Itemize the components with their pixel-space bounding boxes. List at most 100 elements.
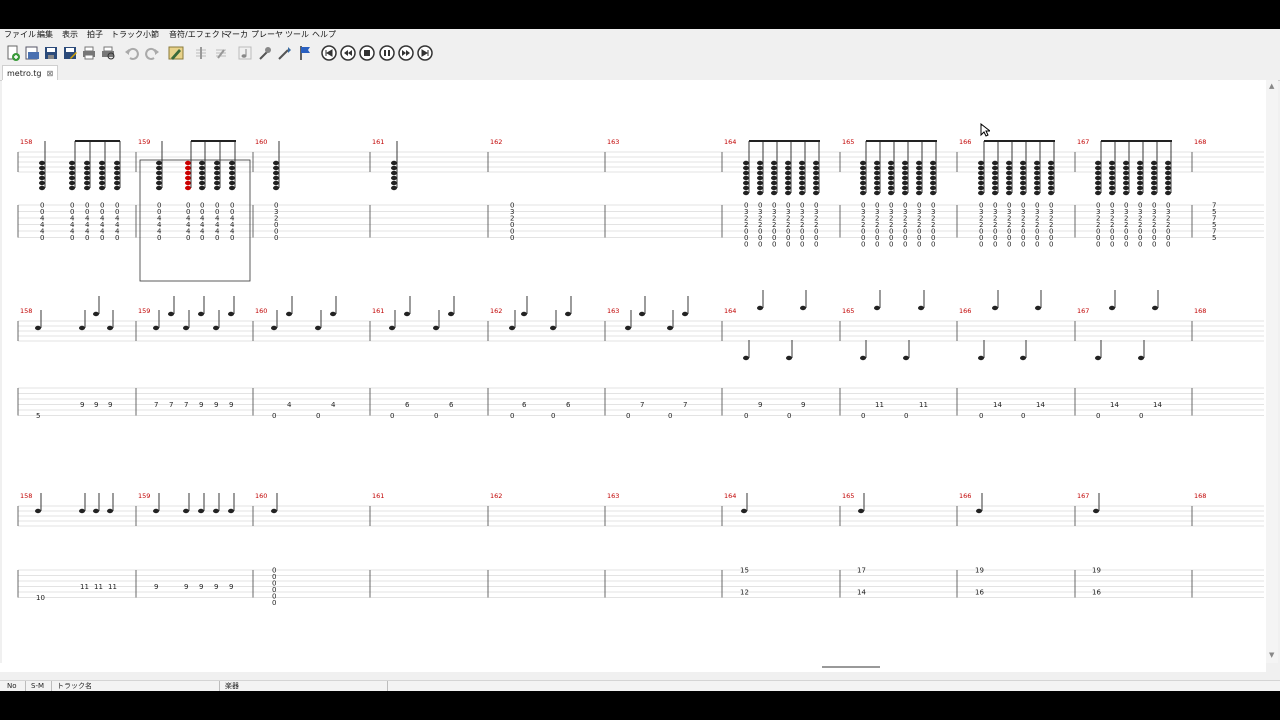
save-icon[interactable]: [42, 44, 60, 62]
note-icon[interactable]: [236, 44, 254, 62]
notehead: [1109, 180, 1115, 186]
notehead: [99, 160, 105, 166]
pause-icon[interactable]: [378, 44, 396, 62]
notehead: [69, 180, 75, 186]
vertical-scrollbar[interactable]: ▲ ▼: [1266, 80, 1278, 663]
settings-icon[interactable]: [276, 44, 294, 62]
notehead: [771, 165, 777, 171]
notehead: [214, 160, 220, 166]
notehead: [785, 170, 791, 176]
menu-note-effects[interactable]: 音符/エフェクト: [169, 29, 228, 41]
notehead: [860, 160, 866, 166]
notehead: [114, 160, 120, 166]
next-icon[interactable]: [397, 44, 415, 62]
menu-player[interactable]: プレーヤ: [251, 29, 283, 41]
tab-fret-number: 9: [214, 401, 218, 409]
notehead: [183, 508, 189, 514]
new-file-icon[interactable]: [4, 44, 22, 62]
notehead: [799, 160, 805, 166]
menu-view[interactable]: 表示: [62, 29, 78, 41]
notehead: [1034, 165, 1040, 171]
print-preview-icon[interactable]: [99, 44, 117, 62]
notehead: [918, 305, 924, 311]
menu-tools[interactable]: ツール: [285, 29, 309, 41]
col-no[interactable]: No: [4, 681, 26, 691]
menu-marker[interactable]: マーカ: [224, 29, 248, 41]
tab-fret-number: 0: [744, 241, 748, 249]
tab-metro[interactable]: metro.tg ⊠: [2, 65, 59, 81]
score-view[interactable]: 158 159 160 161 162 163 164 165 166 167 168 158 159 1…: [2, 80, 1266, 663]
open-folder-icon[interactable]: [23, 44, 41, 62]
stop-icon[interactable]: [358, 44, 376, 62]
menu-measure[interactable]: 小節: [143, 29, 159, 41]
notehead: [874, 305, 880, 311]
edit-mode-icon[interactable]: [167, 44, 185, 62]
tab-fret-number: 9: [108, 401, 112, 409]
scroll-up-icon[interactable]: ▲: [1269, 82, 1274, 90]
notehead: [1006, 160, 1012, 166]
notehead: [228, 508, 234, 514]
first-icon[interactable]: [320, 44, 338, 62]
notehead: [1095, 180, 1101, 186]
measure-number: 164: [724, 307, 736, 315]
menu-file[interactable]: ファイル: [4, 29, 36, 41]
notehead: [860, 180, 866, 186]
notehead: [916, 165, 922, 171]
undo-icon[interactable]: [123, 44, 141, 62]
measure-number: 159: [138, 307, 150, 315]
menu-track[interactable]: トラック: [111, 29, 143, 41]
notehead: [229, 185, 235, 191]
tuner-icon[interactable]: [256, 44, 274, 62]
marker-flag-icon[interactable]: [296, 44, 314, 62]
save-as-icon[interactable]: [61, 44, 79, 62]
tab-fret-number: 19: [1092, 567, 1101, 575]
notehead: [1020, 165, 1026, 171]
score-canvas[interactable]: 158 159 160 161 162 163 164 165 166 167 168158 159 1…: [2, 80, 1266, 663]
notehead: [992, 170, 998, 176]
notehead: [902, 190, 908, 196]
notehead: [1165, 190, 1171, 196]
previous-icon[interactable]: [339, 44, 357, 62]
redo-icon[interactable]: [143, 44, 161, 62]
tab-fret-number: 7: [640, 401, 644, 409]
notehead: [185, 180, 191, 186]
notehead: [813, 165, 819, 171]
scroll-down-icon[interactable]: ▼: [1269, 651, 1274, 659]
col-track-name[interactable]: トラック名: [54, 681, 220, 691]
notehead: [273, 165, 279, 171]
notehead: [799, 170, 805, 176]
tab-fret-number: 0: [786, 241, 790, 249]
tab-fret-number: 0: [1138, 241, 1142, 249]
menu-composition[interactable]: 拍子: [87, 29, 103, 41]
notehead: [1137, 190, 1143, 196]
notehead: [682, 311, 688, 317]
notehead: [1048, 160, 1054, 166]
notehead: [902, 175, 908, 181]
add-beat-icon[interactable]: [192, 44, 210, 62]
col-sm[interactable]: S-M: [28, 681, 52, 691]
print-icon[interactable]: [80, 44, 98, 62]
tab-fret-number: 7: [169, 401, 173, 409]
document-tabbar: metro.tg ⊠: [0, 65, 1280, 81]
notehead: [1165, 175, 1171, 181]
scroll-thumb[interactable]: [822, 666, 880, 668]
notehead: [185, 170, 191, 176]
notehead: [860, 185, 866, 191]
menu-edit[interactable]: 編集: [37, 29, 53, 41]
notehead: [888, 170, 894, 176]
notehead: [771, 160, 777, 166]
notehead: [69, 160, 75, 166]
notehead: [273, 160, 279, 166]
col-score[interactable]: 楽器: [222, 681, 388, 691]
notehead: [992, 180, 998, 186]
close-icon[interactable]: ⊠: [46, 69, 53, 78]
notehead: [757, 180, 763, 186]
horizontal-scrollbar[interactable]: [0, 663, 1266, 672]
notehead: [156, 185, 162, 191]
menu-help[interactable]: ヘルプ: [312, 29, 336, 41]
last-icon[interactable]: [416, 44, 434, 62]
notehead: [273, 180, 279, 186]
notehead: [1095, 170, 1101, 176]
measure-number: 167: [1077, 492, 1089, 500]
remove-beat-icon[interactable]: [212, 44, 230, 62]
